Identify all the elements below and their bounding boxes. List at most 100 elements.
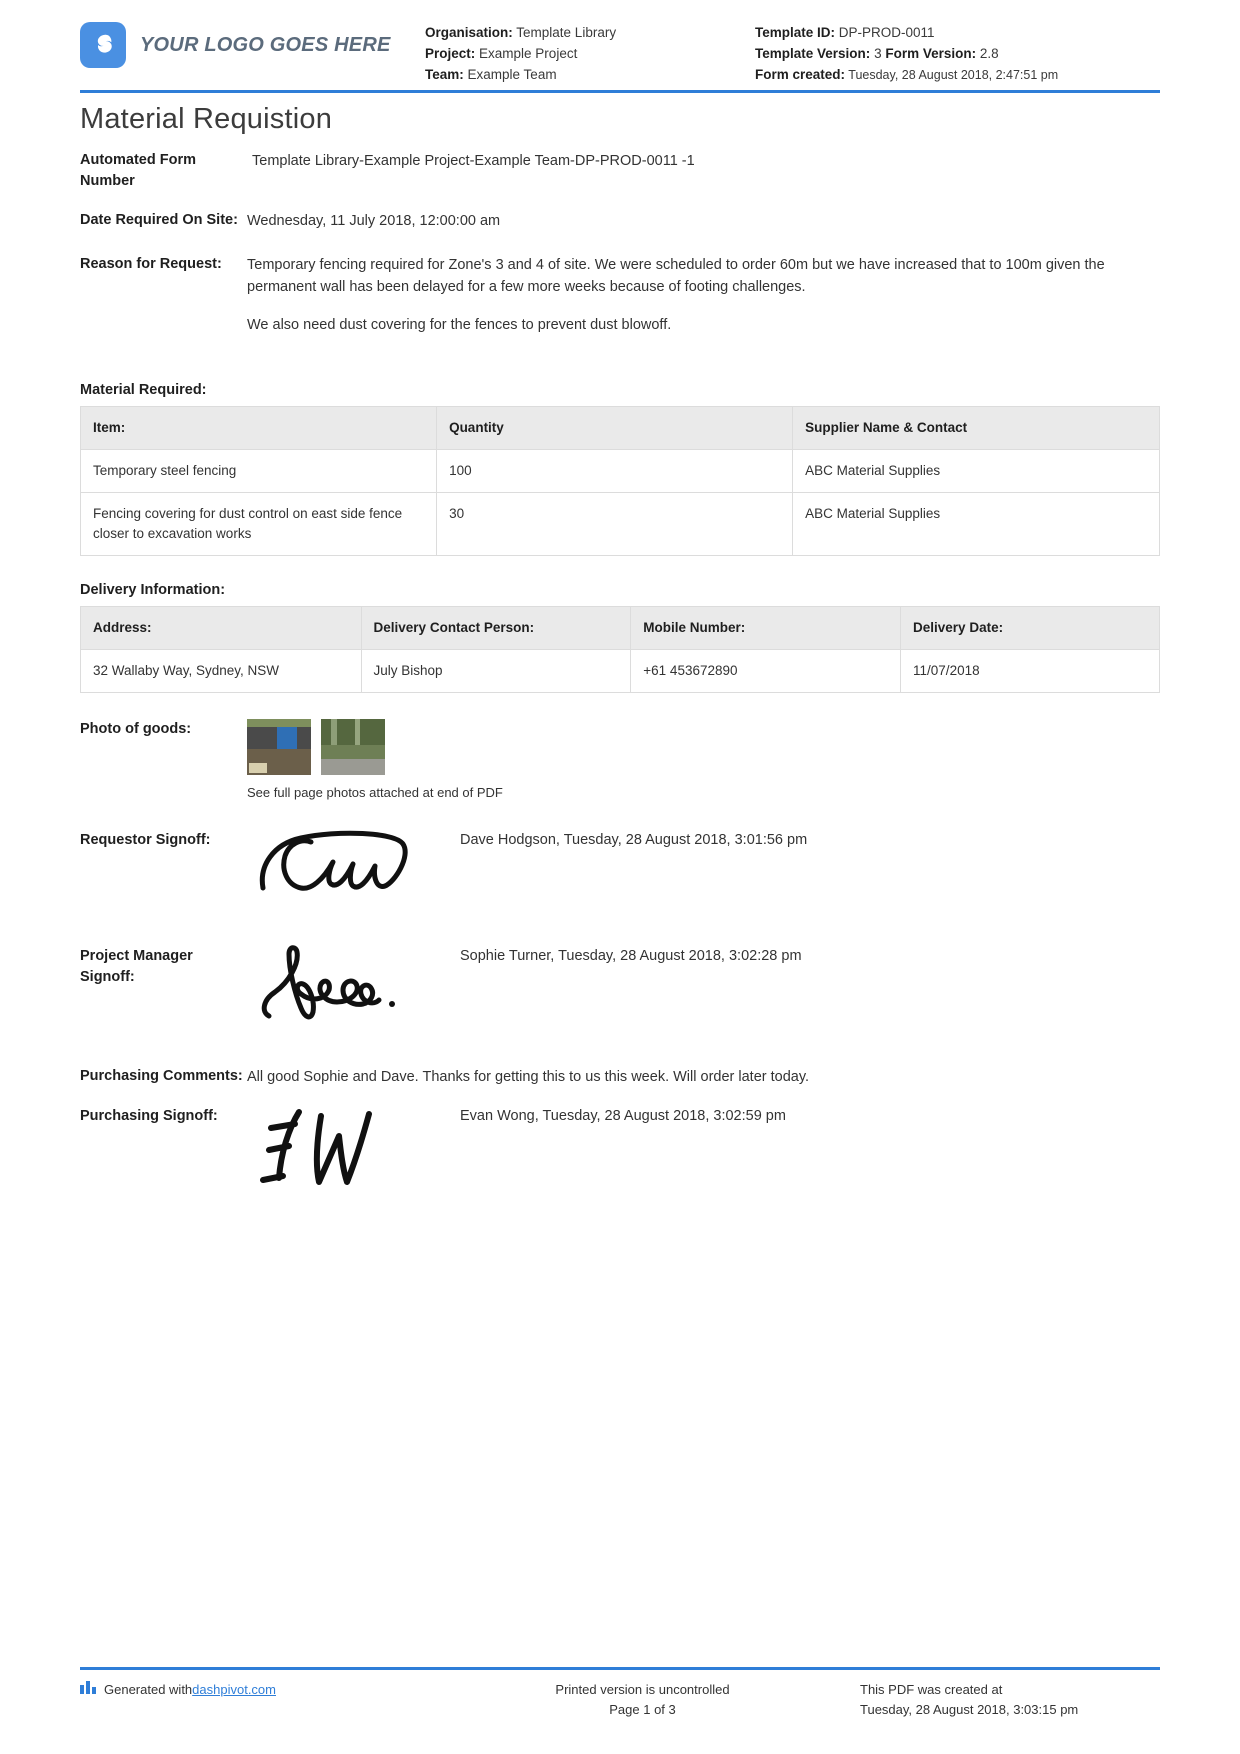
- field-label: Automated Form Number: [80, 152, 196, 189]
- signoff-name-and-time: Sophie Turner, Tuesday, 28 August 2018, …: [460, 948, 802, 964]
- photo-area: See full page photos attached at end of …: [247, 719, 1160, 800]
- photo-thumbnail[interactable]: [247, 719, 311, 775]
- delivery-section-title: Delivery Information:: [80, 582, 226, 598]
- signature-area: [247, 830, 460, 904]
- cell-contact-person: July Bishop: [360, 649, 632, 693]
- cell-quantity: 30: [436, 492, 794, 556]
- field-value: Temporary fencing required for Zone's 3 …: [247, 254, 1160, 336]
- logo: YOUR LOGO GOES HERE: [80, 22, 425, 68]
- document-page: YOUR LOGO GOES HERE Organisation: Templa…: [0, 0, 1240, 1754]
- cell-item: Temporary steel fencing: [79, 449, 438, 493]
- reason-paragraph-1: Temporary fencing required for Zone's 3 …: [247, 257, 1105, 295]
- signature-area: [247, 1106, 460, 1185]
- signoff-requestor: Requestor Signoff: Dave Hodgson, Tuesday…: [80, 830, 1160, 904]
- signoff-name-and-time: Evan Wong, Tuesday, 28 August 2018, 3:02…: [460, 1108, 786, 1124]
- field-value: Template Library-Example Project-Example…: [252, 153, 695, 169]
- logo-text: YOUR LOGO GOES HERE: [140, 33, 391, 56]
- column-header-delivery-date: Delivery Date:: [900, 606, 1160, 650]
- template-version-label: Template Version:: [755, 46, 871, 61]
- column-header-item: Item:: [79, 406, 438, 450]
- footer-generated-with: Generated with dashpivot.com: [80, 1680, 425, 1720]
- footer-created-at: This PDF was created at Tuesday, 28 Augu…: [860, 1680, 1160, 1720]
- field-label: Purchasing Signoff:: [80, 1108, 218, 1124]
- column-header-mobile-number: Mobile Number:: [630, 606, 902, 650]
- document-footer: Generated with dashpivot.com Printed ver…: [80, 1667, 1160, 1720]
- cell-item: Fencing covering for dust control on eas…: [79, 492, 438, 556]
- printed-notice: Printed version is uncontrolled: [555, 1682, 730, 1697]
- column-header-contact-person: Delivery Contact Person:: [360, 606, 632, 650]
- photo-caption: See full page photos attached at end of …: [247, 785, 503, 800]
- signoff-project-manager: Project Manager Signoff: Sophie Turner, …: [80, 945, 1160, 1020]
- photo-thumbnail[interactable]: [321, 719, 385, 775]
- field-reason-for-request: Reason for Request: Temporary fencing re…: [80, 254, 1160, 336]
- table-header-row: Item: Quantity Supplier Name & Contact: [79, 406, 1160, 450]
- page-title: Material Requistion: [80, 103, 333, 135]
- table-header-row: Address: Delivery Contact Person: Mobile…: [80, 606, 1160, 650]
- field-photo-of-goods: Photo of goods: See full page photos att…: [80, 719, 1160, 800]
- column-header-address: Address:: [80, 606, 362, 650]
- signature-image: [259, 830, 408, 891]
- template-id-line: Template ID: DP-PROD-0011: [755, 22, 1160, 43]
- template-version-value: 3: [874, 46, 882, 61]
- table-row: 32 Wallaby Way, Sydney, NSW July Bishop …: [80, 649, 1160, 693]
- field-label: Photo of goods:: [80, 721, 192, 737]
- organisation-line: Organisation: Template Library: [425, 22, 755, 43]
- field-value: All good Sophie and Dave. Thanks for get…: [247, 1069, 810, 1085]
- bar-chart-icon: [80, 1680, 97, 1700]
- cell-supplier: ABC Material Supplies: [792, 449, 1160, 493]
- signoff-purchasing: Purchasing Signoff: Evan Wong, Tuesday, …: [80, 1106, 1160, 1185]
- created-at-label: This PDF was created at: [860, 1682, 1003, 1697]
- team-line: Team: Example Team: [425, 64, 755, 85]
- cell-quantity: 100: [436, 449, 794, 493]
- organisation-label: Organisation:: [425, 25, 513, 40]
- field-label: Purchasing Comments:: [80, 1068, 243, 1084]
- material-required-table: Item: Quantity Supplier Name & Contact T…: [79, 406, 1160, 556]
- field-value: Wednesday, 11 July 2018, 12:00:00 am: [247, 213, 501, 229]
- form-version-label: Form Version:: [885, 46, 977, 61]
- photo-thumbnails: [247, 719, 1160, 775]
- cell-address: 32 Wallaby Way, Sydney, NSW: [80, 649, 362, 693]
- template-id-label: Template ID:: [755, 25, 836, 40]
- project-line: Project: Example Project: [425, 43, 755, 64]
- team-label: Team:: [425, 67, 464, 82]
- field-label: Project Manager Signoff:: [80, 948, 193, 985]
- form-created-value: Tuesday, 28 August 2018, 2:47:51 pm: [848, 68, 1059, 82]
- cell-delivery-date: 11/07/2018: [900, 649, 1160, 693]
- signoff-name-and-time: Dave Hodgson, Tuesday, 28 August 2018, 3…: [460, 832, 808, 848]
- created-at-value: Tuesday, 28 August 2018, 3:03:15 pm: [860, 1702, 1079, 1717]
- table-row: Fencing covering for dust control on eas…: [79, 492, 1160, 556]
- signature-image: [261, 945, 395, 1020]
- organisation-value: Template Library: [516, 25, 617, 40]
- delivery-information-table: Address: Delivery Contact Person: Mobile…: [80, 606, 1160, 693]
- version-line: Template Version: 3 Form Version: 2.8: [755, 43, 1160, 64]
- footer-center: Printed version is uncontrolled Page 1 o…: [425, 1680, 860, 1720]
- header-divider: [80, 90, 1160, 93]
- dashpivot-link[interactable]: dashpivot.com: [192, 1680, 276, 1700]
- form-created-line: Form created: Tuesday, 28 August 2018, 2…: [755, 64, 1160, 86]
- column-header-supplier: Supplier Name & Contact: [792, 406, 1160, 450]
- cell-supplier: ABC Material Supplies: [792, 492, 1160, 556]
- footer-divider: [80, 1667, 1160, 1670]
- project-value: Example Project: [479, 46, 578, 61]
- cell-mobile-number: +61 453672890: [630, 649, 902, 693]
- field-label: Requestor Signoff:: [80, 832, 211, 848]
- field-purchasing-comments: Purchasing Comments: All good Sophie and…: [80, 1066, 1160, 1088]
- generated-with-text: Generated with: [104, 1682, 193, 1697]
- field-automated-form-number: Automated Form Number Template Library-E…: [80, 150, 1160, 192]
- header-meta-left: Organisation: Template Library Project: …: [425, 22, 755, 85]
- form-created-label: Form created:: [755, 67, 846, 82]
- team-value: Example Team: [467, 67, 557, 82]
- logo-mark-icon: [80, 22, 126, 68]
- template-id-value: DP-PROD-0011: [838, 25, 935, 40]
- field-date-required-on-site: Date Required On Site: Wednesday, 11 Jul…: [80, 210, 1160, 232]
- signature-area: [247, 945, 460, 1020]
- document-header: YOUR LOGO GOES HERE Organisation: Templa…: [80, 0, 1160, 86]
- signature-image: [260, 1109, 372, 1185]
- reason-paragraph-2: We also need dust covering for the fence…: [247, 317, 672, 333]
- material-section-title: Material Required:: [80, 382, 207, 398]
- column-header-quantity: Quantity: [436, 406, 794, 450]
- table-row: Temporary steel fencing 100 ABC Material…: [79, 449, 1160, 493]
- header-meta-right: Template ID: DP-PROD-0011 Template Versi…: [755, 22, 1160, 86]
- field-label: Date Required On Site:: [80, 212, 238, 228]
- page-number: Page 1 of 3: [609, 1702, 676, 1717]
